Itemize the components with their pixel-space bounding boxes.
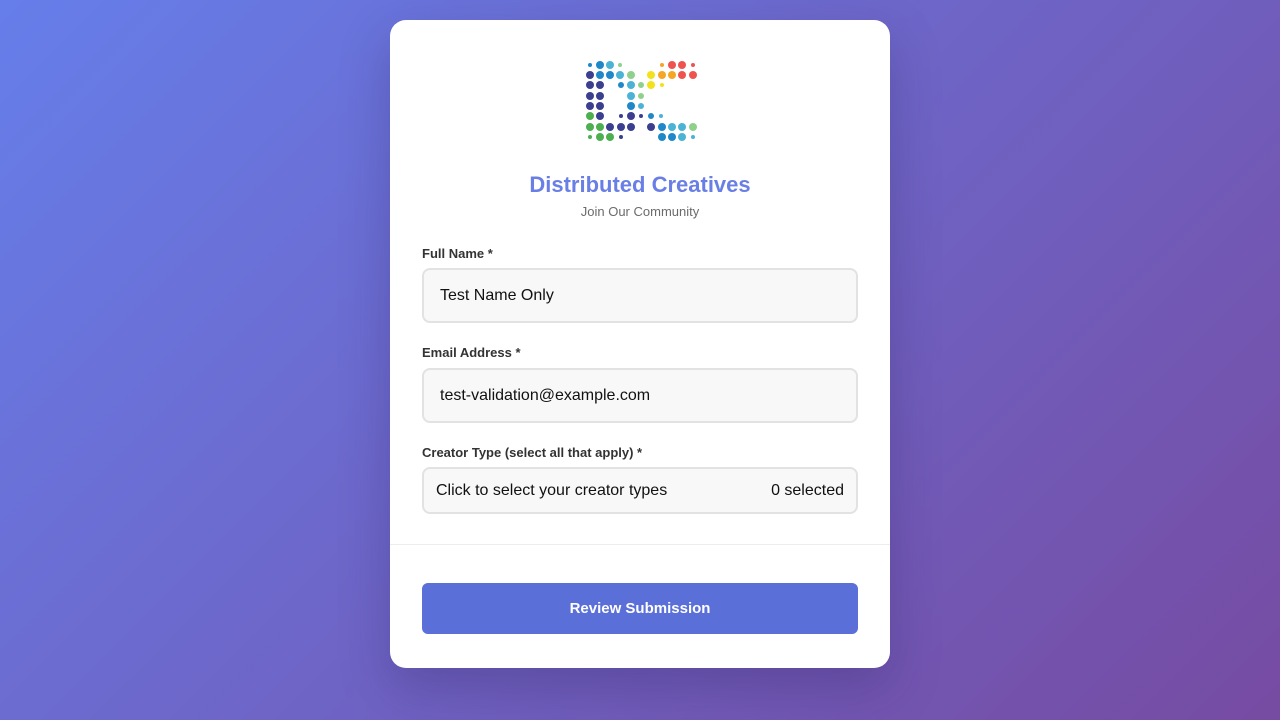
email-label: Email Address *	[422, 345, 521, 360]
logo-dot	[689, 71, 697, 79]
logo-dot	[668, 123, 676, 131]
logo-dot	[627, 112, 635, 120]
logo-dot	[678, 61, 686, 69]
logo-dot	[660, 83, 664, 87]
logo-dot	[596, 102, 604, 110]
logo-dot	[596, 61, 604, 69]
email-input[interactable]	[422, 368, 858, 423]
logo-dot	[668, 133, 676, 141]
logo-dot	[647, 81, 655, 89]
logo-dot	[639, 114, 643, 118]
creator-type-count: 0 selected	[771, 481, 844, 499]
full-name-input[interactable]	[422, 268, 858, 323]
logo-dot	[619, 114, 623, 118]
logo-dot	[627, 123, 635, 131]
logo-dot	[658, 71, 666, 79]
logo-dot	[678, 123, 686, 131]
logo-dot	[647, 71, 655, 79]
logo-dot	[660, 63, 664, 67]
creator-type-label: Creator Type (select all that apply) *	[422, 445, 643, 460]
review-submission-button[interactable]: Review Submission	[422, 583, 858, 634]
logo-dot	[586, 102, 594, 110]
logo-dot	[627, 81, 635, 89]
logo-dot	[586, 81, 594, 89]
logo-dot	[616, 71, 624, 79]
logo-dot	[596, 133, 604, 141]
logo-dot	[588, 135, 592, 139]
logo-dot	[638, 93, 644, 99]
logo-dot	[618, 63, 622, 67]
logo-dot	[659, 114, 663, 118]
logo-dot	[691, 135, 695, 139]
logo-dot	[596, 71, 604, 79]
logo-dot	[596, 112, 604, 120]
logo-dot	[678, 71, 686, 79]
logo-dot	[618, 82, 624, 88]
logo-dot	[619, 135, 623, 139]
logo-dot	[691, 63, 695, 67]
logo-dot	[596, 92, 604, 100]
logo-dot	[668, 61, 676, 69]
logo-dot	[596, 123, 604, 131]
logo-dot	[668, 71, 676, 79]
full-name-label: Full Name *	[422, 246, 493, 261]
logo-dot	[689, 123, 697, 131]
signup-card: Distributed Creatives Join Our Community…	[390, 20, 890, 668]
dc-logo-dots	[586, 61, 697, 141]
creator-type-placeholder: Click to select your creator types	[436, 481, 668, 499]
logo-dot	[648, 113, 654, 119]
logo-dot	[647, 123, 655, 131]
logo-dot	[586, 92, 594, 100]
logo-dot	[606, 71, 614, 79]
logo-dot	[627, 102, 635, 110]
logo-dot	[588, 63, 592, 67]
logo-dot	[586, 71, 594, 79]
logo-dot	[586, 123, 594, 131]
logo-dot	[627, 92, 635, 100]
creator-type-select[interactable]: Click to select your creator types 0 sel…	[422, 467, 858, 514]
brand-subtitle: Join Our Community	[580, 204, 700, 219]
logo-dot	[658, 123, 666, 131]
logo-dot	[658, 133, 666, 141]
logo-dot	[617, 123, 625, 131]
logo-dot	[606, 123, 614, 131]
dc-logo-icon	[584, 60, 698, 142]
logo-dot	[606, 61, 614, 69]
logo-dot	[586, 112, 594, 120]
logo-dot	[596, 81, 604, 89]
logo-dot	[627, 71, 635, 79]
section-divider	[390, 544, 890, 545]
logo-dot	[606, 133, 614, 141]
brand-title: Distributed Creatives	[529, 172, 751, 197]
logo-dot	[638, 103, 644, 109]
logo-dot	[678, 133, 686, 141]
logo-dot	[638, 82, 644, 88]
